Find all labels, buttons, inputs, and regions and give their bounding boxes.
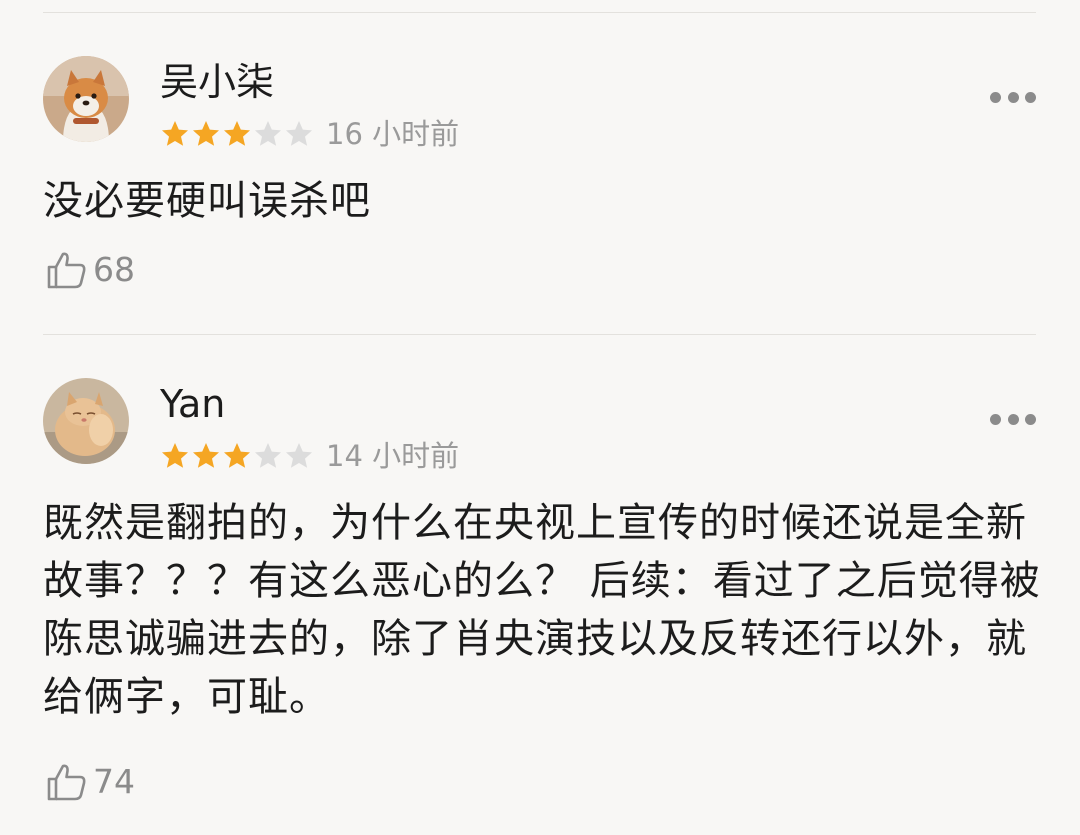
star-filled-icon [162, 121, 188, 146]
thumbs-up-icon [47, 252, 86, 289]
comment-text: 既然是翻拍的，为什么在央视上宣传的时候还说是全新故事？？？有这么恶心的么？ 后续… [43, 500, 1041, 720]
star-filled-icon [193, 121, 219, 146]
more-dots-icon[interactable] [990, 412, 1036, 426]
like-button[interactable]: 68 [45, 250, 135, 290]
timestamp: 16 小时前 [326, 117, 460, 151]
star-empty-icon [286, 443, 312, 468]
star-rating [160, 441, 314, 471]
avatar[interactable] [43, 378, 129, 464]
like-button[interactable]: 74 [45, 762, 135, 802]
star-empty-icon [286, 121, 312, 146]
star-filled-icon [224, 121, 250, 146]
rating-row: 16 小时前 [160, 116, 459, 152]
comment-text: 没必要硬叫误杀吧 [43, 178, 371, 224]
comment-divider [43, 334, 1036, 335]
rating-row: 14 小时前 [160, 438, 459, 474]
avatar[interactable] [43, 56, 129, 142]
username[interactable]: Yan [160, 380, 225, 428]
star-empty-icon [255, 121, 281, 146]
like-count: 68 [93, 250, 135, 289]
more-dots-icon[interactable] [990, 90, 1036, 104]
thumbs-up-icon [47, 764, 86, 801]
like-count: 74 [93, 762, 135, 801]
star-filled-icon [162, 443, 188, 468]
star-filled-icon [224, 443, 250, 468]
star-empty-icon [255, 443, 281, 468]
star-rating [160, 119, 314, 149]
top-divider [43, 12, 1036, 13]
star-filled-icon [193, 443, 219, 468]
username[interactable]: 吴小柒 [160, 58, 274, 106]
timestamp: 14 小时前 [326, 439, 460, 473]
